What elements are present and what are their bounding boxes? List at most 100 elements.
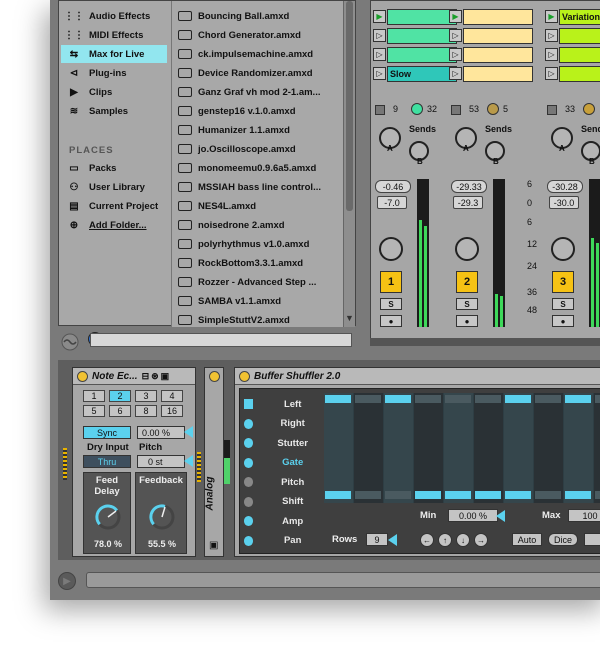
- step-column[interactable]: [534, 393, 563, 503]
- note-division-button[interactable]: 2: [109, 390, 131, 402]
- note-division-button[interactable]: 8: [135, 405, 157, 417]
- shuffler-power-icon[interactable]: [239, 370, 250, 382]
- step-top[interactable]: [415, 395, 441, 403]
- browser-file-item[interactable]: Chord Generator.amxd: [176, 26, 346, 44]
- step-column[interactable]: [474, 393, 503, 503]
- step-top[interactable]: [445, 395, 471, 403]
- row-select-icon[interactable]: [244, 516, 254, 526]
- track-activator[interactable]: 1: [380, 271, 402, 293]
- clip-slot[interactable]: [559, 66, 600, 82]
- step-column[interactable]: [564, 393, 593, 503]
- browser-category[interactable]: ⋮⋮ Audio Effects: [61, 7, 167, 25]
- pan-knob[interactable]: [379, 237, 403, 261]
- clip-launch-button[interactable]: ▷: [545, 67, 558, 80]
- shift-arrow-icon[interactable]: ↓: [456, 533, 470, 547]
- clip-slot[interactable]: [463, 28, 533, 44]
- mixer-scrollbar[interactable]: [370, 338, 600, 346]
- clip-launch-button[interactable]: ▶: [545, 10, 558, 23]
- browser-toggle-icon[interactable]: [58, 326, 88, 356]
- clip-launch-button[interactable]: ▷: [449, 48, 462, 61]
- browser-file-item[interactable]: genstep16 v.1.0.amxd: [176, 102, 346, 120]
- clip-launch-button[interactable]: ▷: [373, 67, 386, 80]
- max-value[interactable]: 100: [568, 509, 600, 522]
- play-icon[interactable]: ▶: [58, 572, 76, 590]
- track-stop-icon[interactable]: [375, 105, 385, 115]
- browser-scrollbar[interactable]: ▼: [343, 1, 355, 327]
- solo-button[interactable]: S: [380, 298, 402, 310]
- step-column[interactable]: [444, 393, 473, 503]
- shuffler-row-shift[interactable]: Shift: [244, 493, 318, 511]
- browser-file-item[interactable]: noisedrone 2.amxd: [176, 216, 346, 234]
- browser-file-item[interactable]: monomeemu0.9.6a5.amxd: [176, 159, 346, 177]
- step-bottom[interactable]: [385, 491, 411, 499]
- hot-swap-icon[interactable]: ⊛: [151, 371, 159, 382]
- clip-slot[interactable]: [387, 9, 457, 25]
- browser-category[interactable]: ▶ Clips: [61, 83, 167, 101]
- step-top[interactable]: [565, 395, 591, 403]
- step-top[interactable]: [595, 395, 600, 403]
- note-division-button[interactable]: 4: [161, 390, 183, 402]
- pan-knob[interactable]: [455, 237, 479, 261]
- track-activator[interactable]: 2: [456, 271, 478, 293]
- save-icon[interactable]: ▣: [161, 371, 170, 382]
- clip-launch-button[interactable]: ▷: [545, 29, 558, 42]
- arm-button[interactable]: ●: [456, 315, 478, 327]
- row-select-icon[interactable]: [244, 477, 254, 487]
- step-bottom[interactable]: [595, 491, 600, 499]
- places-item[interactable]: ▤ Current Project: [61, 197, 167, 215]
- step-column[interactable]: [384, 393, 413, 503]
- clip-launch-button[interactable]: ▷: [449, 29, 462, 42]
- feedback-knob[interactable]: [148, 503, 176, 531]
- shuffler-row-left[interactable]: Left: [244, 395, 318, 413]
- feed-delay-knob[interactable]: [94, 503, 122, 531]
- min-value[interactable]: 0.00 %: [448, 509, 498, 522]
- clip-slot[interactable]: [387, 47, 457, 63]
- row-select-icon[interactable]: [244, 535, 254, 546]
- clip-launch-button[interactable]: ▷: [545, 48, 558, 61]
- browser-file-item[interactable]: Rozzer - Advanced Step ...: [176, 273, 346, 291]
- clip-slot[interactable]: Variation: [559, 9, 600, 25]
- clip-slot[interactable]: [559, 47, 600, 63]
- rows-value[interactable]: 9: [366, 533, 388, 546]
- shift-arrow-icon[interactable]: →: [474, 533, 488, 547]
- step-column[interactable]: [414, 393, 443, 503]
- step-bottom[interactable]: [355, 491, 381, 499]
- volume-value[interactable]: -29.33: [451, 180, 487, 193]
- sync-toggle[interactable]: Sync: [83, 426, 131, 439]
- browser-category[interactable]: ⋮⋮ MIDI Effects: [61, 26, 167, 44]
- analog-save-icon[interactable]: ▣: [209, 540, 218, 551]
- note-division-button[interactable]: 6: [109, 405, 131, 417]
- arm-button[interactable]: ●: [380, 315, 402, 327]
- shuffler-row-amp[interactable]: Amp: [244, 512, 318, 530]
- note-division-button[interactable]: 16: [161, 405, 183, 417]
- step-top[interactable]: [505, 395, 531, 403]
- step-top[interactable]: [325, 395, 351, 403]
- arm-button[interactable]: ●: [552, 315, 574, 327]
- step-top[interactable]: [535, 395, 561, 403]
- shuffler-row-pitch[interactable]: Pitch: [244, 473, 318, 491]
- step-bottom[interactable]: [505, 491, 531, 499]
- track-activator[interactable]: 3: [552, 271, 574, 293]
- clip-launch-button[interactable]: ▷: [373, 48, 386, 61]
- pan-value[interactable]: -30.0: [549, 196, 579, 209]
- places-item[interactable]: ▭ Packs: [61, 159, 167, 177]
- clip-launch-button[interactable]: ▶: [373, 10, 386, 23]
- browser-file-item[interactable]: MSSIAH bass line control...: [176, 178, 346, 196]
- pan-knob[interactable]: [551, 237, 575, 261]
- browser-file-item[interactable]: polyrhythmus v1.0.amxd: [176, 235, 346, 253]
- browser-search-bar[interactable]: [90, 333, 352, 347]
- step-bottom[interactable]: [565, 491, 591, 499]
- step-column[interactable]: [594, 393, 600, 503]
- step-top[interactable]: [475, 395, 501, 403]
- browser-file-item[interactable]: RockBottom3.3.1.amxd: [176, 254, 346, 272]
- clip-launch-button[interactable]: ▷: [373, 29, 386, 42]
- browser-file-item[interactable]: NES4L.amxd: [176, 197, 346, 215]
- sync-value[interactable]: 0.00 %: [137, 426, 185, 439]
- pan-value[interactable]: -29.3: [453, 196, 483, 209]
- row-select-icon[interactable]: [244, 438, 254, 448]
- scrollbar-thumb[interactable]: [346, 1, 353, 211]
- browser-file-item[interactable]: jo.Oscilloscope.amxd: [176, 140, 346, 158]
- step-grid[interactable]: [324, 393, 600, 503]
- solo-button[interactable]: S: [552, 298, 574, 310]
- browser-file-item[interactable]: Device Randomizer.amxd: [176, 64, 346, 82]
